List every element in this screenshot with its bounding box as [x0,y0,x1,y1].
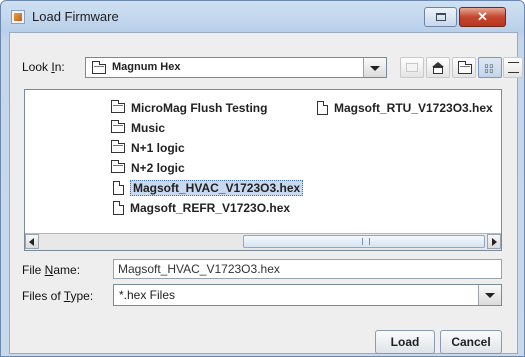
folder-icon [92,61,106,74]
restore-button[interactable] [424,7,457,27]
list-item[interactable]: Magsoft_REFR_V1723O.hex [113,198,290,216]
look-in-label: Look In: [22,60,65,74]
look-in-value: Magnum Hex [112,61,181,73]
file-type-dropdown-button[interactable] [478,285,501,305]
new-folder-button[interactable] [452,57,476,78]
chevron-down-icon [485,293,495,298]
chevron-down-icon [370,66,380,71]
list-item[interactable]: N+2 logic [111,158,185,176]
list-item[interactable]: Magsoft_RTU_V1723O3.hex [317,98,493,116]
restore-icon [436,13,446,21]
folder-icon [111,139,125,153]
list-view-icon: ▫▫ ▫▫ [484,61,494,75]
title-bar[interactable]: Load Firmware ✕ [1,1,524,31]
file-type-label: Files of Type: [22,289,94,303]
load-button[interactable]: Load [375,330,435,354]
list-item[interactable]: N+1 logic [111,138,185,156]
list-item-selected[interactable]: Magsoft_HVAC_V1723O3.hex [113,178,304,196]
folder-icon [111,99,125,113]
file-name-input[interactable]: Magsoft_HVAC_V1723O3.hex [113,259,502,279]
java-app-icon [11,10,25,24]
list-view-button[interactable]: ▫▫ ▫▫ [478,57,502,78]
load-firmware-dialog: Load Firmware ✕ Look In: Magnum Hex ▫▫ ▫▫ [0,0,525,357]
close-icon: ✕ [477,9,488,24]
horizontal-scrollbar[interactable] [25,233,501,250]
grip-icon [362,238,370,245]
folder-icon [111,159,125,173]
new-folder-icon [458,61,472,74]
up-one-level-button[interactable] [400,57,424,78]
file-type-combo[interactable]: *.hex Files [113,284,502,306]
file-list[interactable]: MicroMag Flush Testing Music N+1 logic N… [24,89,502,251]
look-in-dropdown-button[interactable] [363,58,386,77]
details-view-button[interactable] [503,57,523,78]
dialog-content: Look In: Magnum Hex ▫▫ ▫▫ MicroMag Flush… [9,32,523,354]
look-in-combo[interactable]: Magnum Hex [85,57,387,78]
scroll-thumb[interactable] [243,235,485,248]
close-button[interactable]: ✕ [459,7,506,27]
scroll-right-button[interactable] [487,234,501,249]
file-icon [317,100,328,115]
file-icon [113,200,124,215]
scroll-left-button[interactable] [25,234,39,249]
up-one-level-icon [406,63,418,72]
window-title: Load Firmware [32,9,119,24]
file-type-value: *.hex Files [119,288,176,302]
file-icon [113,180,124,195]
details-view-icon [508,62,519,73]
cancel-button[interactable]: Cancel [440,330,502,354]
list-item[interactable]: MicroMag Flush Testing [111,98,267,116]
home-button[interactable] [426,57,450,78]
list-item[interactable]: Music [111,118,165,136]
folder-icon [111,119,125,133]
file-name-label: File Name: [22,263,81,277]
home-icon [432,62,445,74]
